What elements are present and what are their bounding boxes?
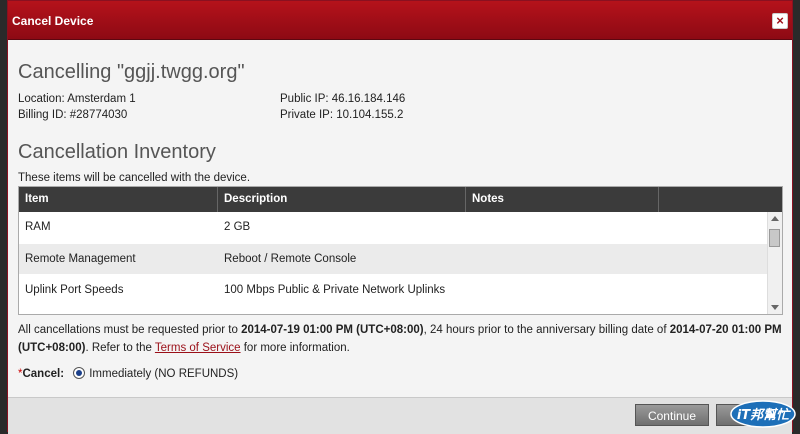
terms-of-service-link[interactable]: Terms of Service bbox=[155, 342, 241, 354]
column-header-item[interactable]: Item bbox=[19, 187, 218, 212]
cell-notes bbox=[466, 244, 472, 274]
device-heading: Cancelling "ggjj.twgg.org" bbox=[18, 61, 245, 83]
cell-item: RAM bbox=[25, 221, 51, 233]
scroll-down-icon[interactable] bbox=[771, 305, 779, 310]
cell-description: 2 GB bbox=[224, 221, 251, 233]
inventory-heading: Cancellation Inventory bbox=[18, 141, 216, 163]
cell-item: Remote Management bbox=[25, 253, 136, 265]
watermark-logo: iT邦幫忙 bbox=[730, 400, 796, 428]
table-scrollbar[interactable] bbox=[767, 212, 782, 314]
notice-text-4: for more information. bbox=[240, 342, 350, 354]
notice-text-3: . Refer to the bbox=[85, 342, 155, 354]
dialog-title: Cancel Device bbox=[12, 14, 94, 28]
scroll-up-icon[interactable] bbox=[771, 216, 779, 221]
close-button[interactable]: × bbox=[772, 13, 788, 29]
location-text: Location: Amsterdam 1 bbox=[18, 93, 136, 105]
notice-text-2: , 24 hours prior to the anniversary bill… bbox=[423, 324, 670, 336]
cell-description: 100 Mbps Public & Private Network Uplink… bbox=[224, 284, 446, 296]
table-header: Item Description Notes bbox=[19, 187, 782, 212]
continue-button[interactable]: Continue bbox=[635, 404, 709, 426]
notice-text-1: All cancellations must be requested prio… bbox=[18, 324, 242, 336]
notice-date-1: 2014-07-19 01:00 PM (UTC+08:00) bbox=[241, 324, 424, 336]
dialog-footer: Continue bbox=[8, 397, 792, 434]
cell-description: Reboot / Remote Console bbox=[224, 253, 357, 265]
inventory-table: Item Description Notes RAM 2 GB Remote M… bbox=[18, 186, 783, 315]
table-row: Uplink Port Speeds 100 Mbps Public & Pri… bbox=[19, 275, 767, 305]
radio-immediately-label[interactable]: Immediately (NO REFUNDS) bbox=[89, 368, 238, 380]
private-ip-text: Private IP: 10.104.155.2 bbox=[280, 109, 404, 121]
table-row: RAM 2 GB bbox=[19, 212, 767, 242]
inventory-intro: These items will be cancelled with the d… bbox=[18, 172, 251, 184]
cell-notes bbox=[466, 212, 472, 242]
cell-notes bbox=[466, 275, 472, 305]
close-icon: × bbox=[776, 13, 784, 28]
table-body: RAM 2 GB Remote Management Reboot / Remo… bbox=[19, 212, 767, 314]
table-row: Remote Management Reboot / Remote Consol… bbox=[19, 244, 767, 274]
scrollbar-thumb[interactable] bbox=[769, 229, 780, 247]
billing-id-text: Billing ID: #28774030 bbox=[18, 109, 128, 121]
cancel-option-row: *Cancel: Immediately (NO REFUNDS) bbox=[18, 367, 238, 381]
public-ip-text: Public IP: 46.16.184.146 bbox=[280, 93, 406, 105]
column-header-description[interactable]: Description bbox=[218, 187, 466, 212]
cancel-device-dialog: Cancel Device × Cancelling "ggjj.twgg.or… bbox=[7, 0, 793, 434]
svg-text:iT邦幫忙: iT邦幫忙 bbox=[737, 407, 791, 423]
cancel-label: Cancel: bbox=[22, 368, 65, 381]
cancellation-notice: All cancellations must be requested prio… bbox=[18, 321, 788, 357]
dialog-titlebar: Cancel Device × bbox=[8, 1, 792, 40]
radio-immediately[interactable] bbox=[73, 367, 86, 379]
cell-item: Uplink Port Speeds bbox=[25, 284, 124, 296]
column-header-notes[interactable]: Notes bbox=[466, 187, 659, 212]
